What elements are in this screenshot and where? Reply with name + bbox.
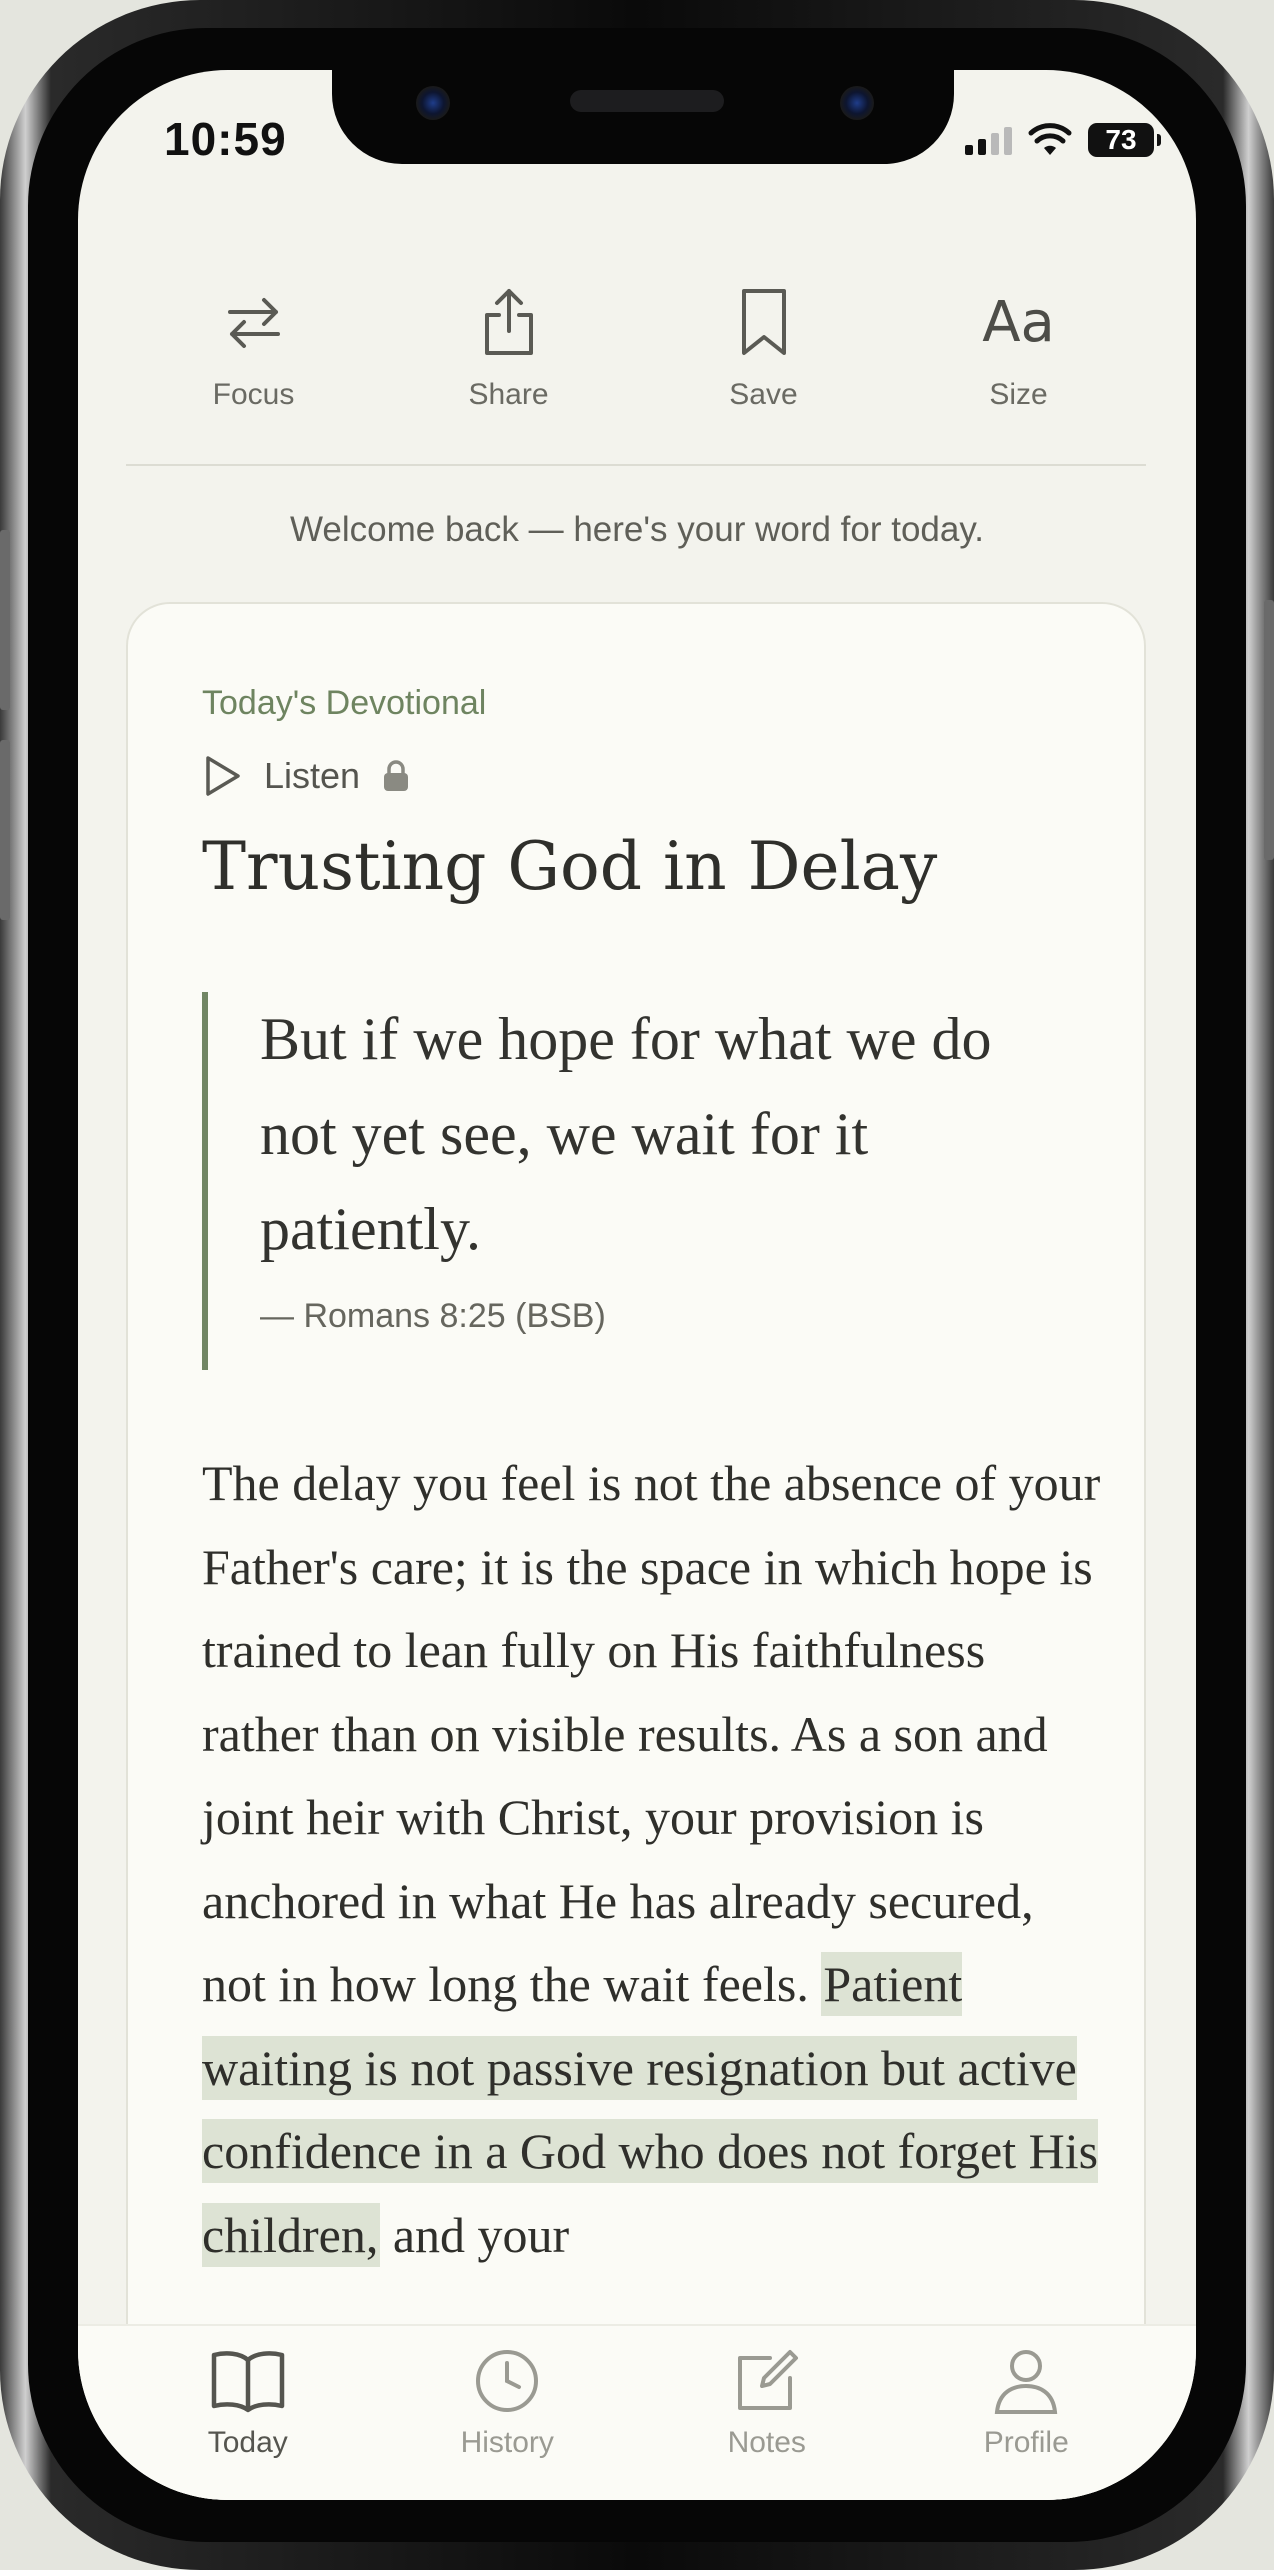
focus-button[interactable]: Focus [154,282,354,442]
sensor [840,86,874,120]
swap-arrows-icon [227,298,280,348]
power-button [1264,600,1274,860]
devotional-title: Trusting God in Delay [202,828,938,905]
lock-icon [384,760,409,791]
volume-up-button [0,530,10,710]
body-text: The delay you feel is not the absence of… [202,1455,1101,2012]
bottom-tab-bar: Today History Notes Profile [78,2324,1196,2500]
devotional-body: The delay you feel is not the absence of… [202,1442,1102,2277]
tab-notes-label: Notes [727,2426,806,2459]
share-icon [484,289,533,355]
tab-notes[interactable]: Notes [667,2326,867,2500]
toolbar-divider [126,464,1146,466]
body-text-continued: and your [380,2206,570,2263]
cellular-signal-icon [965,125,1012,155]
reader-toolbar: Focus Share Save Aa Size [126,282,1146,442]
play-icon [206,756,240,796]
welcome-message: Welcome back — here's your word for toda… [289,510,984,549]
front-camera [416,86,450,120]
edit-icon [737,2350,798,2410]
share-button[interactable]: Share [409,282,609,442]
listen-label: Listen [264,755,361,796]
bookmark-icon [741,289,786,355]
text-size-icon: Aa [982,289,1055,355]
person-icon [995,2350,1058,2414]
tab-history[interactable]: History [407,2326,607,2500]
scripture-reference: — Romans 8:25 (BSB) [260,1297,606,1335]
size-button[interactable]: Aa Size [919,282,1119,442]
scripture-text: But if we hope for what we do not yet se… [260,1006,992,1262]
listen-button[interactable]: Listen [202,754,410,798]
devotional-card: Today's Devotional Listen Trusting God i… [126,602,1146,2500]
earpiece-speaker [570,90,724,112]
tab-history-label: History [460,2426,554,2459]
wifi-icon [1028,123,1072,155]
focus-label: Focus [212,378,295,411]
app-screen: 10:59 73 Focus Share Save Aa Size Welcom… [78,70,1196,2500]
scripture-quote: But if we hope for what we do not yet se… [202,992,1082,1370]
notch [332,70,954,164]
share-label: Share [468,378,549,411]
status-indicators: 73 [965,120,1161,160]
status-time: 10:59 [164,113,287,165]
tab-profile-label: Profile [983,2426,1069,2459]
battery-icon: 73 [1088,123,1161,157]
book-icon [211,2351,284,2413]
clock-icon [476,2350,539,2412]
size-label: Size [989,378,1048,411]
tab-today[interactable]: Today [148,2326,348,2500]
volume-down-button [0,740,10,920]
save-label: Save [729,378,798,411]
devotional-eyebrow: Today's Devotional [202,684,487,722]
tab-today-label: Today [207,2426,288,2459]
tab-profile[interactable]: Profile [926,2326,1126,2500]
save-button[interactable]: Save [664,282,864,442]
